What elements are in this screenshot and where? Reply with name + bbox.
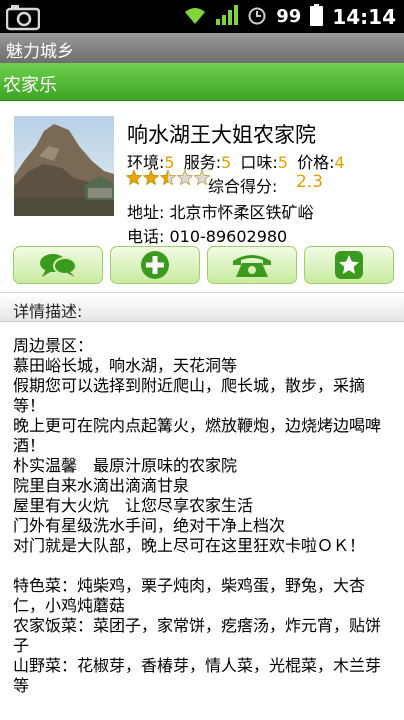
star-rating xyxy=(126,169,210,186)
category-header: 农家乐 xyxy=(0,63,404,101)
plus-icon xyxy=(141,251,169,279)
star-favorite-icon xyxy=(335,251,363,279)
farmhouse-card: 响水湖王大姐农家院 环境:5 服务:5 口味:5 价格:4 综合得分: 2.3 … xyxy=(0,102,404,290)
rating-taste-value: 5 xyxy=(277,153,288,172)
details-section-header: 详情描述: xyxy=(0,292,404,322)
favorite-button[interactable] xyxy=(304,246,394,284)
status-bar: 99 14:14 xyxy=(0,0,404,33)
alarm-icon xyxy=(247,5,267,29)
details-description: 周边景区： 慕田峪长城，响水湖，天花洞等 假期您可以选择到附近爬山，爬长城，散步… xyxy=(13,336,393,720)
rating-price-value: 4 xyxy=(334,153,345,172)
call-button[interactable] xyxy=(207,246,297,284)
comments-button[interactable] xyxy=(13,246,103,284)
app-title-bar: 魅力城乡 xyxy=(0,33,404,63)
overall-score-value: 2.3 xyxy=(296,172,324,192)
star-icon xyxy=(160,169,176,186)
phone-text: 电话: 010-89602980 xyxy=(127,227,288,246)
wifi-icon xyxy=(183,5,207,29)
signal-icon xyxy=(216,4,239,29)
rating-price-label: 价格: xyxy=(297,153,335,172)
details-heading: 详情描述: xyxy=(13,302,83,321)
telephone-icon xyxy=(233,255,271,277)
overall-score-label: 综合得分: xyxy=(208,177,278,196)
star-icon xyxy=(143,169,159,186)
rating-service-value: 5 xyxy=(221,153,232,172)
camera-notification-icon xyxy=(5,3,41,31)
farmhouse-name: 响水湖王大姐农家院 xyxy=(127,123,316,147)
address-text: 地址: 北京市怀柔区铁矿峪 xyxy=(127,203,314,222)
app-title: 魅力城乡 xyxy=(6,42,74,62)
details-text: 周边景区： 慕田峪长城，响水湖，天花洞等 假期您可以选择到附近爬山，爬长城，散步… xyxy=(13,336,382,695)
clock-time: 14:14 xyxy=(332,4,396,29)
farmhouse-photo xyxy=(14,116,114,216)
battery-icon xyxy=(310,3,324,30)
rating-taste-label: 口味: xyxy=(240,153,278,172)
battery-level: 99 xyxy=(276,6,302,27)
star-icon xyxy=(177,169,193,186)
star-icon xyxy=(126,169,142,186)
chat-bubbles-icon xyxy=(40,254,77,277)
add-button[interactable] xyxy=(110,246,200,284)
category-title: 农家乐 xyxy=(3,75,57,96)
